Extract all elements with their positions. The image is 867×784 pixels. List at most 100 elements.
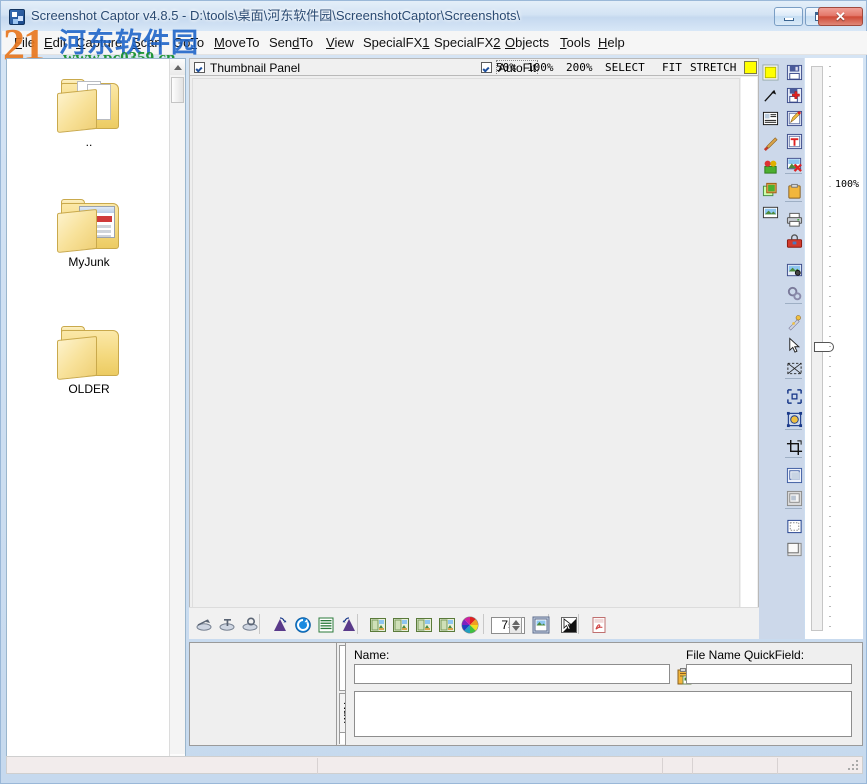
notes-textarea[interactable] (354, 691, 852, 737)
image-effects-icon[interactable] (785, 261, 804, 280)
callout-text-icon[interactable] (761, 109, 780, 128)
zoom-preset-fit[interactable]: FIT (662, 61, 682, 74)
object-handles-icon[interactable] (785, 410, 804, 429)
app-icon (9, 9, 25, 25)
title-bar: Screenshot Captor v4.8.5 - D:\tools\桌面\河… (1, 1, 866, 31)
lines-icon[interactable] (315, 614, 337, 636)
status-divider (692, 758, 693, 774)
zoom-slider-thumb[interactable] (814, 342, 834, 352)
menu-item-scan[interactable]: Scan (130, 34, 164, 52)
layers-icon[interactable] (761, 180, 780, 199)
scrollbar-thumb[interactable] (171, 77, 184, 103)
quickfield-input[interactable] (686, 664, 852, 684)
jpeg-quality-spinner[interactable] (509, 617, 522, 634)
zoom-preset-100pct[interactable]: 100% (527, 61, 554, 74)
file-entry[interactable]: MyJunk (19, 199, 159, 269)
menu-item-tools[interactable]: Tools (558, 34, 592, 52)
zoom-preset-200pct[interactable]: 200% (566, 61, 593, 74)
border-effect-3-icon[interactable] (413, 614, 435, 636)
name-input[interactable] (354, 664, 670, 684)
image-object-icon[interactable] (761, 203, 780, 222)
black-white-arrow-icon[interactable] (558, 614, 580, 636)
cursor-select-icon[interactable] (785, 336, 804, 355)
file-entry[interactable]: OLDER (19, 326, 159, 396)
window-title: Screenshot Captor v4.8.5 - D:\tools\桌面\河… (31, 7, 520, 25)
selection-region-icon[interactable] (785, 359, 804, 378)
paintbrush-icon[interactable] (761, 134, 780, 153)
image-frame-icon[interactable] (530, 614, 552, 636)
file-entry[interactable]: .. (19, 79, 159, 149)
menu-item-view[interactable]: View (324, 34, 356, 52)
menu-item-goto[interactable]: GoTo (171, 34, 206, 52)
dotted-border-icon[interactable] (785, 517, 804, 536)
toolbar-separator (483, 614, 484, 634)
toolbar-separator (785, 303, 802, 304)
thumbnail-panel-header: Thumbnail Panel AutoFit 50%100%200%SELEC… (189, 58, 759, 75)
shadow-style-1-icon[interactable] (785, 466, 804, 485)
yellow-swatch-icon[interactable] (761, 63, 780, 82)
image-canvas-surface[interactable] (192, 78, 740, 632)
spinner-down-icon[interactable] (512, 626, 520, 631)
menu-item-capture[interactable]: Capture (74, 34, 124, 52)
tools-sidebar (759, 58, 804, 639)
settings-gears-icon[interactable] (785, 284, 804, 303)
toolbar-separator (785, 429, 802, 430)
resize-grip[interactable] (848, 760, 860, 772)
color-wheel-icon[interactable] (459, 614, 481, 636)
expand-canvas-icon[interactable] (785, 387, 804, 406)
text-tool-icon[interactable] (785, 132, 804, 151)
spinner-up-icon[interactable] (512, 620, 520, 625)
folder-empty-icon (57, 326, 121, 378)
text-tool-icon[interactable] (216, 614, 238, 636)
menu-item-objects[interactable]: Objects (503, 34, 551, 52)
save-icon[interactable] (785, 63, 804, 82)
zoom-slider-panel[interactable]: 100% (805, 58, 863, 639)
close-button[interactable]: ✕ (818, 7, 863, 26)
minimize-button[interactable] (774, 7, 803, 26)
background-color-swatch[interactable] (744, 61, 757, 74)
object-tool-icon[interactable] (239, 614, 261, 636)
name-label: Name: (354, 648, 389, 662)
save-new-icon[interactable] (785, 86, 804, 105)
rotate-left-icon[interactable] (269, 614, 291, 636)
border-effect-1-icon[interactable] (367, 614, 389, 636)
shadow-style-2-icon[interactable] (785, 489, 804, 508)
color-fill-icon[interactable] (761, 157, 780, 176)
menu-item-sendto[interactable]: SendTo (267, 34, 315, 52)
zoom-preset-50pct[interactable]: 50% (496, 61, 516, 74)
menu-item-help[interactable]: Help (596, 34, 627, 52)
toolbar-separator (785, 508, 802, 509)
border-effect-2-icon[interactable] (390, 614, 412, 636)
close-icon: ✕ (819, 8, 862, 25)
file-list-scrollbar[interactable] (169, 59, 185, 770)
rotate-right-icon[interactable] (338, 614, 360, 636)
print-icon[interactable] (785, 210, 804, 229)
menu-item-specialfx1[interactable]: SpecialFX1 (361, 34, 431, 52)
image-canvas[interactable] (189, 75, 759, 635)
special-effects-icon[interactable] (785, 313, 804, 332)
edit-annotate-icon[interactable] (785, 109, 804, 128)
zoom-preset-stretch[interactable]: STRETCH (690, 61, 736, 74)
solid-fill-icon[interactable] (785, 540, 804, 559)
status-bar (6, 756, 863, 774)
rotate-refresh-icon[interactable] (292, 614, 314, 636)
canvas-vertical-scrollbar[interactable] (741, 77, 757, 633)
pdf-export-icon[interactable] (588, 614, 610, 636)
menu-item-edit[interactable]: Edit (42, 34, 68, 52)
zoom-preset-select[interactable]: SELECT (605, 61, 645, 74)
menu-item-specialfx2[interactable]: SpecialFX2 (432, 34, 502, 52)
menu-item-moveto[interactable]: MoveTo (212, 34, 262, 52)
arrow-draw-icon[interactable] (761, 86, 780, 105)
zoom-slider-track[interactable] (811, 66, 823, 631)
menu-item-file[interactable]: File (12, 34, 37, 52)
thumbnail-panel-checkbox[interactable] (194, 62, 205, 73)
flip-tool-1-icon[interactable] (193, 614, 215, 636)
autofit-checkbox[interactable] (481, 62, 492, 73)
border-effect-4-icon[interactable] (436, 614, 458, 636)
toolbox-icon[interactable] (785, 233, 804, 252)
delete-image-icon[interactable] (785, 155, 804, 174)
preview-thumbnail-box[interactable] (189, 642, 337, 746)
crop-icon[interactable] (785, 438, 804, 457)
scroll-up-button[interactable] (170, 59, 185, 75)
clipboard-icon[interactable] (785, 182, 804, 201)
